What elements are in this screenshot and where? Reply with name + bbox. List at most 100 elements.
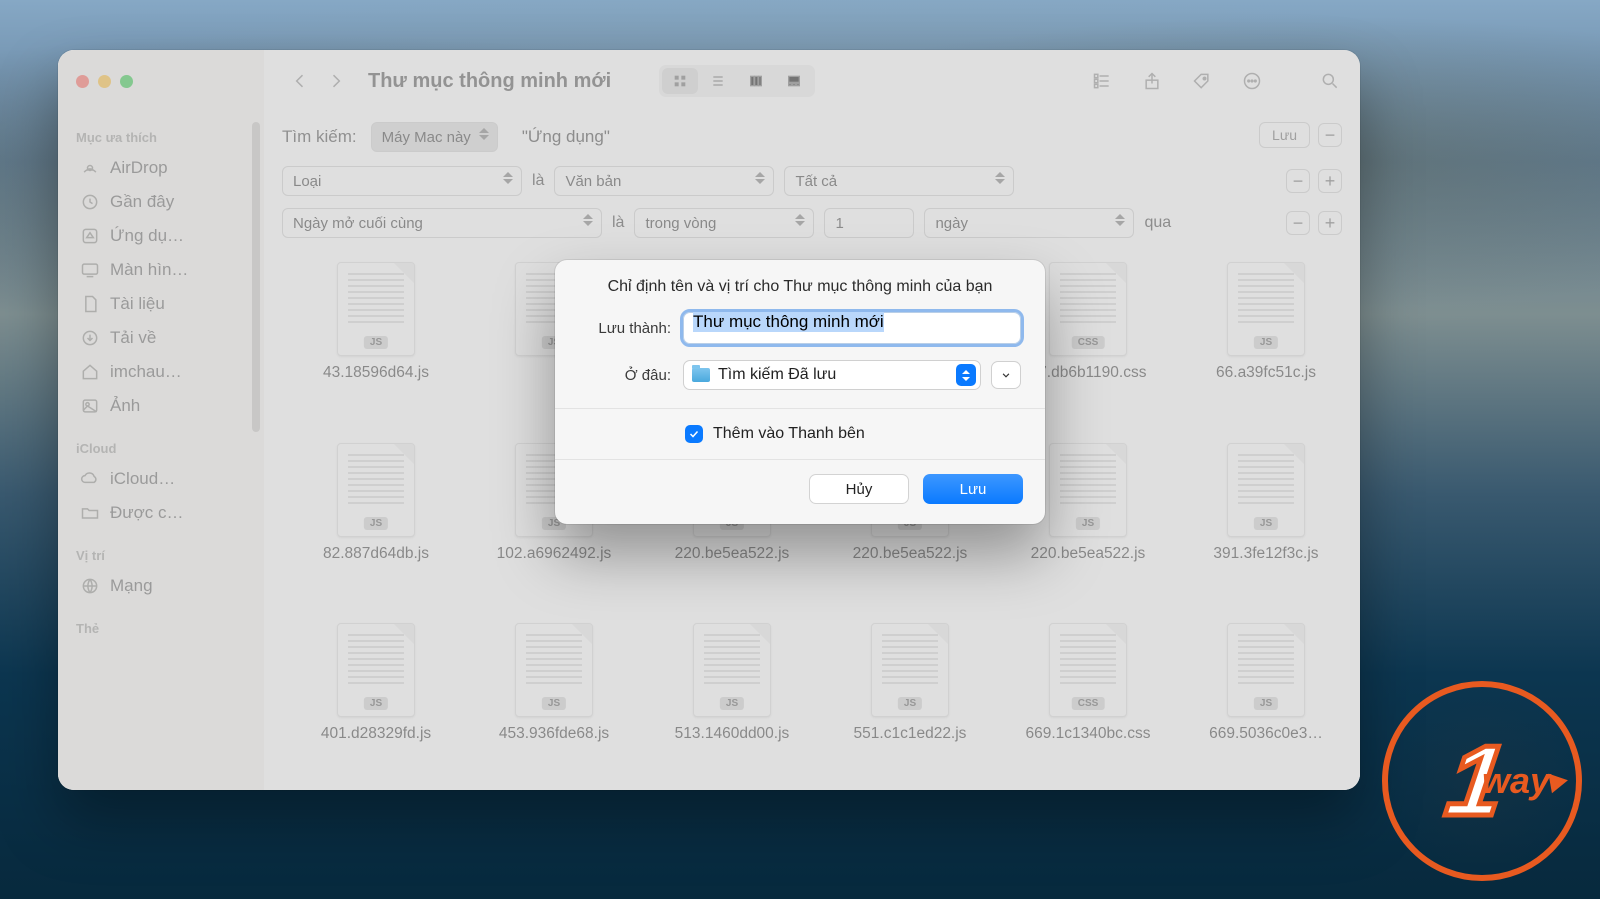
file-type-badge: JS (898, 697, 922, 710)
group-by-button[interactable] (1088, 67, 1116, 95)
cancel-button[interactable]: Hủy (809, 474, 909, 504)
sidebar-section-tags: Thẻ (76, 621, 254, 636)
file-name-label: 47.db6b1190.css (1030, 364, 1147, 382)
sidebar-item-label: AirDrop (110, 158, 168, 178)
criteria-row-0: Loại là Văn bản Tất cả − + (264, 160, 1360, 202)
file-type-badge: JS (364, 336, 388, 349)
window-title: Thư mục thông minh mới (368, 70, 611, 93)
sidebar-scrollbar[interactable] (252, 122, 260, 432)
file-item[interactable]: JS82.887d64db.js (292, 443, 460, 600)
share-button[interactable] (1138, 67, 1166, 95)
save-smart-folder-sheet: Chỉ định tên và vị trí cho Thư mục thông… (555, 260, 1045, 524)
file-thumbnail: JS (1049, 443, 1127, 537)
icon-view-button[interactable] (662, 68, 698, 94)
add-to-sidebar-checkbox[interactable] (685, 425, 703, 443)
file-name-label: 551.c1c1ed22.js (854, 725, 967, 743)
criteria-match-select[interactable]: Văn bản (554, 166, 774, 196)
sidebar-checkbox-row: Thêm vào Thanh bên (555, 409, 1045, 460)
criteria-cond-select[interactable]: Tất cả (784, 166, 1014, 196)
save-search-button[interactable]: Lưu (1259, 122, 1310, 148)
file-item[interactable]: JS 551.c1c1ed22.js (826, 623, 994, 780)
file-thumbnail: JS (337, 623, 415, 717)
name-label: Lưu thành: (579, 320, 671, 337)
sidebar-item-label: Màn hìn… (110, 260, 188, 280)
sidebar-item-label: Ứng dụ… (110, 226, 184, 246)
file-item[interactable]: JS 391.3fe12f3c.js (1182, 443, 1350, 600)
remove-search-button[interactable]: − (1318, 123, 1342, 147)
sidebar-item-pictures[interactable]: Ảnh (76, 389, 254, 423)
sidebar-item-downloads[interactable]: Tải về (76, 321, 254, 355)
where-label: Ở đâu: (579, 367, 671, 384)
file-item[interactable]: CSS 669.1c1340bc.css (1004, 623, 1172, 780)
sidebar-item-home[interactable]: imchau… (76, 355, 254, 389)
back-button[interactable] (286, 67, 314, 95)
file-type-badge: JS (542, 697, 566, 710)
file-name-label: 102.a6962492.js (497, 545, 612, 563)
sidebar-item-documents[interactable]: Tài liệu (76, 287, 254, 321)
file-name-label: 669.1c1340bc.css (1026, 725, 1151, 743)
criteria-value-field[interactable]: 1 (824, 208, 914, 238)
zoom-window-button[interactable] (120, 75, 133, 88)
criteria-ago-label: qua (1144, 214, 1171, 232)
file-name-label: 220.be5ea522.js (853, 545, 968, 563)
sidebar: Mục ưa thích AirDrop Gần đây Ứng dụ… Màn… (58, 112, 264, 790)
sidebar-item-shared[interactable]: Được c… (76, 496, 254, 530)
close-window-button[interactable] (76, 75, 89, 88)
file-type-badge: JS (1254, 517, 1278, 530)
sidebar-item-applications[interactable]: Ứng dụ… (76, 219, 254, 253)
criteria-add-button[interactable]: + (1318, 169, 1342, 193)
sidebar-item-label: Tài liệu (110, 294, 165, 314)
where-location-select[interactable]: Tìm kiếm Đã lưu (683, 360, 981, 390)
where-value: Tìm kiếm Đã lưu (718, 366, 836, 384)
criteria-remove-button[interactable]: − (1286, 211, 1310, 235)
list-view-button[interactable] (700, 68, 736, 94)
file-item[interactable]: JS669.5036c0e3… (1182, 623, 1350, 780)
criteria-remove-button[interactable]: − (1286, 169, 1310, 193)
file-item[interactable]: JS513.1460dd00.js (648, 623, 816, 780)
criteria-row-1: Ngày mở cuối cùng là trong vòng 1 ngày q… (264, 202, 1360, 244)
forward-button[interactable] (322, 67, 350, 95)
criteria-attr-select[interactable]: Ngày mở cuối cùng (282, 208, 602, 238)
file-name-label: 391.3fe12f3c.js (1213, 545, 1318, 563)
scope-this-mac[interactable]: Máy Mac này (371, 122, 498, 152)
file-type-badge: JS (1254, 697, 1278, 710)
where-control-group: Tìm kiếm Đã lưu (683, 360, 1021, 390)
sidebar-item-desktop[interactable]: Màn hìn… (76, 253, 254, 287)
file-item[interactable]: JS401.d28329fd.js (292, 623, 460, 780)
titlebar-traffic-area (58, 50, 264, 112)
file-item[interactable]: JS 66.a39fc51c.js (1182, 262, 1350, 419)
search-label: Tìm kiếm: (282, 127, 357, 147)
file-thumbnail: JS (693, 623, 771, 717)
criteria-add-button[interactable]: + (1318, 211, 1342, 235)
criteria-attr-select[interactable]: Loại (282, 166, 522, 196)
search-button[interactable] (1316, 67, 1344, 95)
sidebar-item-recents[interactable]: Gần đây (76, 185, 254, 219)
gallery-view-button[interactable] (776, 68, 812, 94)
sidebar-section-icloud: iCloud (76, 441, 254, 456)
file-thumbnail: JS (1227, 623, 1305, 717)
sidebar-item-airdrop[interactable]: AirDrop (76, 151, 254, 185)
action-menu-button[interactable] (1238, 67, 1266, 95)
criteria-unit-select[interactable]: ngày (924, 208, 1134, 238)
minimize-window-button[interactable] (98, 75, 111, 88)
toolbar: Thư mục thông minh mới (58, 50, 1360, 112)
sidebar-item-network[interactable]: Mạng (76, 569, 254, 603)
column-view-button[interactable] (738, 68, 774, 94)
file-thumbnail: JS (871, 623, 949, 717)
tags-button[interactable] (1188, 67, 1216, 95)
save-button[interactable]: Lưu (923, 474, 1023, 504)
sheet-button-row: Hủy Lưu (555, 460, 1045, 524)
expand-save-panel-button[interactable] (991, 361, 1021, 389)
file-type-badge: JS (1254, 336, 1278, 349)
search-scope-bar: Tìm kiếm: Máy Mac này "Ứng dụng" Lưu − (264, 112, 1360, 160)
file-item[interactable]: JS43.18596d64.js (292, 262, 460, 419)
sidebar-item-label: Ảnh (110, 396, 140, 416)
sidebar-item-icloud-drive[interactable]: iCloud… (76, 462, 254, 496)
name-input[interactable]: Thư mục thông minh mới (683, 312, 1021, 344)
file-item[interactable]: JS453.936fde68.js (470, 623, 638, 780)
file-thumbnail: CSS (1049, 623, 1127, 717)
file-name-label: 66.a39fc51c.js (1216, 364, 1316, 382)
file-thumbnail: CSS (1049, 262, 1127, 356)
scope-current-folder[interactable]: "Ứng dụng" (512, 123, 620, 151)
criteria-match-select[interactable]: trong vòng (634, 208, 814, 238)
